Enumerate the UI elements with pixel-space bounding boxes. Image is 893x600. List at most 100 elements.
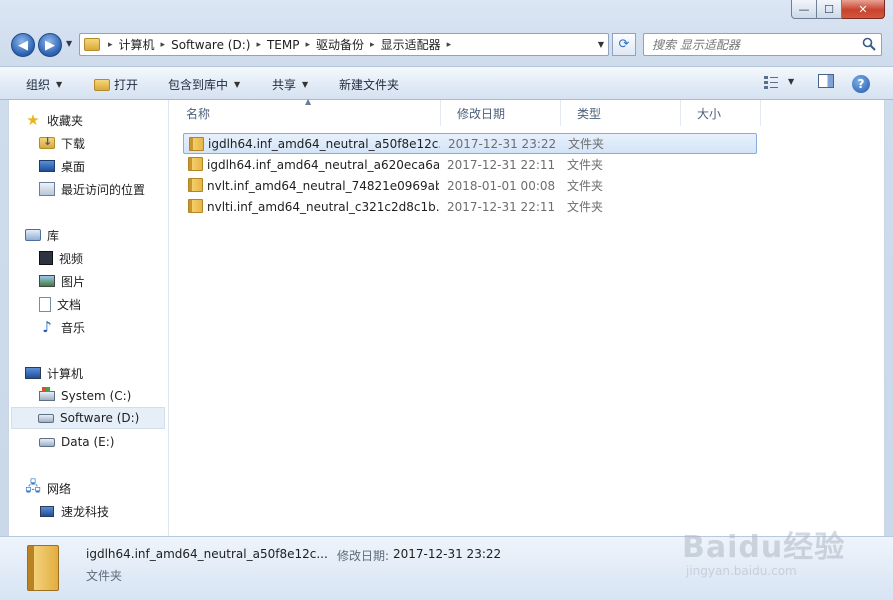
breadcrumb-separator[interactable]: ▸ (305, 40, 310, 50)
maximize-button[interactable]: ☐ (817, 0, 842, 19)
picture-icon (39, 275, 55, 287)
nav-drive-e-label: Data (E:) (61, 435, 115, 449)
chevron-down-icon: ▼ (302, 80, 309, 89)
refresh-button[interactable]: ⟳ (612, 33, 636, 56)
file-modified: 2017-12-31 23:22 (448, 136, 557, 151)
file-name: nvlt.inf_amd64_neutral_74821e0969ab... (207, 178, 439, 193)
new-folder-button[interactable]: 新建文件夹 (339, 76, 399, 93)
file-modified: 2017-12-31 22:11 (447, 157, 556, 172)
help-icon[interactable]: ? (852, 75, 870, 93)
table-row[interactable]: nvlt.inf_amd64_neutral_74821e0969ab... 2… (183, 175, 757, 196)
nav-computer[interactable]: 计算机 (25, 362, 165, 384)
nav-recent-places[interactable]: 最近访问的位置 (39, 178, 165, 200)
video-icon (39, 251, 53, 265)
nav-desktop[interactable]: 桌面 (39, 155, 165, 177)
breadcrumb-driver-backup[interactable]: 驱动备份 (316, 36, 364, 53)
column-modified-label: 修改日期 (457, 106, 506, 121)
breadcrumb-separator[interactable]: ▸ (447, 40, 452, 50)
nav-downloads[interactable]: 下载 (39, 132, 165, 154)
address-bar[interactable]: ▸ 计算机 ▸ Software (D:) ▸ TEMP ▸ 驱动备份 ▸ 显示… (79, 33, 609, 56)
nav-videos[interactable]: 视频 (39, 247, 165, 269)
view-options-icon[interactable] (763, 74, 779, 90)
close-button[interactable]: ✕ (842, 0, 885, 19)
breadcrumb-software-d[interactable]: Software (D:) (171, 38, 250, 52)
column-header-type[interactable]: 类型 (561, 100, 681, 126)
table-row[interactable]: igdlh64.inf_amd64_neutral_a50f8e12c... 2… (183, 133, 757, 154)
drive-icon (39, 437, 55, 447)
navigation-bar: ◀ ▶ ▼ ▸ 计算机 ▸ Software (D:) ▸ TEMP ▸ 驱动备… (0, 28, 893, 62)
details-file-name: igdlh64.inf_amd64_neutral_a50f8e12c... (86, 547, 328, 561)
preview-pane-icon[interactable] (818, 74, 834, 88)
nav-videos-label: 视频 (59, 251, 84, 266)
arrow-right-icon: ▶ (45, 37, 55, 53)
nav-drive-e[interactable]: Data (E:) (39, 431, 165, 453)
chevron-down-icon: ▼ (234, 80, 241, 89)
file-modified: 2017-12-31 22:11 (447, 199, 556, 214)
nav-network-computer[interactable]: 速龙科技 (39, 500, 165, 522)
include-in-library-label: 包含到库中 (168, 78, 229, 92)
star-icon: ★ (26, 111, 40, 129)
search-icon[interactable] (862, 37, 876, 51)
file-type: 文件夹 (567, 158, 604, 172)
table-row[interactable]: igdlh64.inf_amd64_neutral_a620eca6a... 2… (183, 154, 757, 175)
organize-label: 组织 (26, 78, 51, 92)
nav-drive-c[interactable]: System (C:) (39, 385, 165, 407)
nav-favorites[interactable]: ★ 收藏夹 (25, 109, 165, 131)
file-type: 文件夹 (567, 179, 604, 193)
nav-network-pc-label: 速龙科技 (61, 504, 110, 519)
back-button[interactable]: ◀ (11, 33, 35, 57)
navigation-pane: ★ 收藏夹 下载 桌面 最近访问的位置 库 视频 (9, 100, 169, 536)
music-note-icon: ♪ (42, 318, 52, 336)
file-type: 文件夹 (567, 200, 604, 214)
column-header-size[interactable]: 大小 (681, 100, 761, 126)
new-folder-label: 新建文件夹 (339, 78, 400, 92)
forward-button[interactable]: ▶ (38, 33, 62, 57)
recent-pages-dropdown[interactable]: ▼ (66, 39, 72, 48)
nav-libraries[interactable]: 库 (25, 224, 165, 246)
nav-recent-label: 最近访问的位置 (61, 182, 146, 197)
content-area: ★ 收藏夹 下载 桌面 最近访问的位置 库 视频 (8, 97, 885, 536)
table-row[interactable]: nvlti.inf_amd64_neutral_c321c2d8c1b... 2… (183, 196, 757, 217)
nav-network-label: 网络 (47, 481, 72, 496)
watermark-url: jingyan.baidu.com (686, 564, 797, 578)
folder-icon (188, 178, 203, 192)
breadcrumb-separator[interactable]: ▸ (108, 40, 113, 50)
explorer-window: — ☐ ✕ ◀ ▶ ▼ ▸ 计算机 ▸ Software (D:) ▸ TEMP… (0, 0, 893, 600)
system-drive-icon (39, 387, 55, 401)
chevron-down-icon: ▼ (56, 80, 63, 89)
share-menu[interactable]: 共享 ▼ (272, 76, 308, 93)
watermark-text: Baidu经验 (682, 530, 846, 565)
nav-pictures[interactable]: 图片 (39, 270, 165, 292)
breadcrumb-separator[interactable]: ▸ (161, 40, 166, 50)
folder-icon (188, 199, 203, 213)
column-size-label: 大小 (697, 106, 722, 121)
file-name: nvlti.inf_amd64_neutral_c321c2d8c1b... (207, 199, 439, 214)
breadcrumb-separator[interactable]: ▸ (256, 40, 261, 50)
breadcrumb-computer[interactable]: 计算机 (119, 36, 155, 53)
recent-places-icon (39, 182, 55, 196)
nav-drive-d[interactable]: Software (D:) (11, 407, 165, 429)
address-history-dropdown[interactable]: ▼ (598, 40, 604, 49)
nav-desktop-label: 桌面 (61, 159, 86, 174)
nav-documents[interactable]: 文档 (39, 293, 165, 315)
folder-large-icon (27, 545, 59, 591)
nav-network[interactable]: 🖧 网络 (25, 477, 165, 499)
view-options-dropdown[interactable]: ▼ (788, 77, 794, 86)
folder-open-icon (94, 78, 110, 91)
breadcrumb-separator[interactable]: ▸ (370, 40, 375, 50)
breadcrumb-temp[interactable]: TEMP (267, 38, 300, 52)
nav-pictures-label: 图片 (61, 274, 86, 289)
window-controls: — ☐ ✕ (791, 0, 885, 19)
file-modified: 2018-01-01 00:08 (447, 178, 556, 193)
breadcrumb-display-adapters[interactable]: 显示适配器 (381, 36, 441, 53)
open-button[interactable]: 打开 (94, 76, 138, 93)
column-header-modified[interactable]: 修改日期 (441, 100, 561, 126)
nav-music[interactable]: ♪ 音乐 (39, 316, 165, 338)
column-header-name[interactable]: 名称 ▲ (170, 97, 441, 126)
include-in-library-menu[interactable]: 包含到库中 ▼ (168, 76, 240, 93)
file-name: igdlh64.inf_amd64_neutral_a50f8e12c... (208, 136, 440, 151)
organize-menu[interactable]: 组织 ▼ (26, 76, 62, 93)
search-input[interactable] (643, 33, 882, 56)
nav-music-label: 音乐 (61, 320, 86, 335)
minimize-button[interactable]: — (791, 0, 817, 19)
